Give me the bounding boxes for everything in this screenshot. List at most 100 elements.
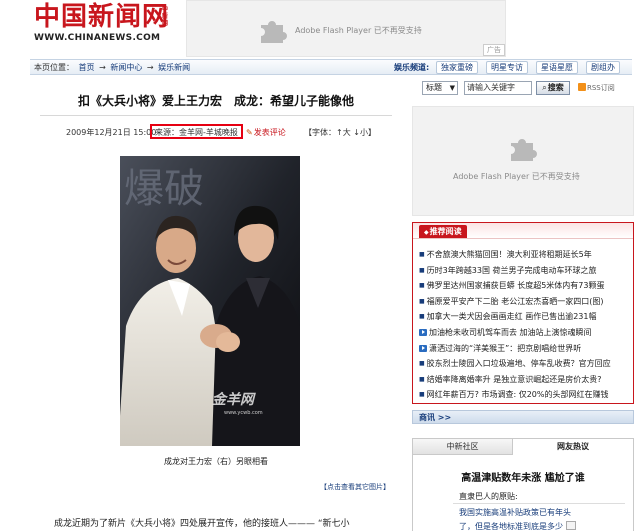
breadcrumb-arrow: →: [146, 63, 154, 72]
recommended-item-text: 加拿大一类犬因会画画走红 画作已售出逾231幅: [426, 312, 597, 322]
hot-topic-excerpt-line[interactable]: 我国实施高温补贴政策已有年头: [459, 507, 571, 518]
bullet-icon: ■: [419, 360, 425, 368]
recommended-item-text: 历时3年跨越33国 荷兰男子完成电动车环球之旅: [426, 265, 597, 275]
hot-topic-title[interactable]: 高温津贴数年未涨 尴尬了谁: [413, 469, 633, 484]
tab-community[interactable]: 中新社区: [413, 439, 513, 455]
recommended-tab-label: 推荐阅读: [429, 227, 462, 236]
recommended-item[interactable]: ■ 佛罗里达州国家捕获巨蟒 长度超5米体内有73颗蛋: [419, 278, 631, 294]
hot-topic-excerpt-text: 了，但是各地标准到底是多少: [459, 522, 563, 531]
recommended-item-text: 结婚率降离婚率升 是独立意识崛起还是房价太贵?: [426, 374, 602, 384]
plugin-puzzle-icon: [261, 21, 287, 43]
channel-label: 娱乐频道:: [394, 63, 430, 72]
flash-ad-banner: Adobe Flash Player 已不再受支持 广告: [186, 0, 506, 57]
search-button[interactable]: ⌕搜索: [536, 81, 570, 95]
channel-tab-interviews[interactable]: 明星专访: [486, 61, 528, 74]
more-photos-link[interactable]: 【点击查看其它图片】: [320, 482, 390, 492]
recommended-item[interactable]: ■ 胶东烈士陵园入口垃圾遍地、停车乱收费？官方回应: [419, 356, 631, 372]
breadcrumb-arrow: →: [99, 63, 106, 72]
photo-backdrop-text: 爆破: [124, 166, 204, 212]
recommended-item-text: 佛罗里达州国家捕获巨蟒 长度超5米体内有73颗蛋: [426, 281, 605, 291]
comment-link[interactable]: ✎发表评论: [246, 127, 286, 138]
recommended-item[interactable]: ■ 福原爱平安产下二胎 老公江宏杰喜晒一家四口(图): [419, 294, 631, 310]
pencil-icon: ✎: [246, 128, 253, 137]
channel-tab-crew[interactable]: 剧组办: [586, 61, 620, 74]
breadcrumb-prefix: 本页位置：: [34, 63, 74, 72]
photo-watermark: 金羊网: [212, 391, 256, 408]
search-bar: 标题 ▼ 请输入关键字 ⌕搜索 RSS订阅: [418, 80, 632, 98]
recommended-item[interactable]: ■ 不舍旅澳大熊猫回国！澳大利亚将租期延长5年: [419, 247, 631, 263]
recommended-item-text: 不舍旅澳大熊猫回国！澳大利亚将租期延长5年: [426, 250, 592, 259]
recommended-reading-box: ◆推荐阅读 ■ 不舍旅澳大熊猫回国！澳大利亚将租期延长5年 ■ 历时3年跨越33国 荷…: [412, 222, 634, 404]
social-box: 中新社区 网友热议 高温津贴数年未涨 尴尬了谁 直隶巴人的原贴: 我国实施高温补…: [412, 438, 634, 531]
breadcrumb-home[interactable]: 首页: [79, 63, 95, 72]
chevron-down-icon: ▼: [449, 84, 455, 92]
rss-label: RSS订阅: [587, 84, 615, 92]
tab-hot-discussion[interactable]: 网友热议: [513, 439, 633, 455]
photo-watermark-url: www.ycwb.com: [224, 410, 263, 416]
recommended-list: ■ 不舍旅澳大熊猫回国！澳大利亚将租期延长5年 ■ 历时3年跨越33国 荷兰男子完成电…: [419, 247, 631, 403]
divider: [453, 503, 625, 504]
bullet-icon: ■: [419, 375, 425, 383]
hot-topic-excerpt-line[interactable]: 了，但是各地标准到底是多少: [459, 521, 576, 531]
hot-topic-author: 直隶巴人的原贴:: [459, 492, 518, 501]
article-source[interactable]: 来源：金羊网-羊城晚报: [150, 124, 243, 139]
logo-chinese-text: 中国新闻网: [34, 2, 170, 32]
publish-date: 2009年12月21日 15:00: [66, 128, 157, 137]
bullet-icon: ■: [419, 391, 425, 399]
video-icon: [419, 328, 427, 336]
breadcrumb-news-center[interactable]: 新闻中心: [110, 63, 142, 72]
search-scope-select[interactable]: 标题 ▼: [422, 81, 458, 95]
bullet-icon: ■: [419, 297, 425, 305]
recommended-item[interactable]: ■ 结婚率降离婚率升 是独立意识崛起还是房价太贵?: [419, 372, 631, 388]
flash-ad-sidebar: Adobe Flash Player 已不再受支持: [412, 106, 634, 216]
bullet-icon: ◆: [424, 229, 429, 236]
recommended-item-text: 潇洒过海的“洋美猴王”：把京剧唱给世界听: [429, 343, 582, 353]
recommended-item-text: 加油枪未收司机驾车而去 加油站上演惊魂瞬间: [429, 327, 592, 337]
recommended-item-text: 网红年薪百万? 市场调查: 仅20%的头部网红在赚钱: [426, 390, 609, 400]
recommended-item[interactable]: 加油枪未收司机驾车而去 加油站上演惊魂瞬间: [419, 325, 631, 341]
title-divider: [40, 115, 392, 116]
rss-link[interactable]: RSS订阅: [578, 83, 615, 93]
search-icon: ⌕: [542, 83, 547, 92]
bullet-icon: ■: [419, 266, 425, 274]
plugin-puzzle-icon: [511, 139, 537, 161]
breadcrumb-entertainment[interactable]: 娱乐新闻: [158, 63, 190, 72]
commerce-label: 商讯 >>: [419, 413, 452, 422]
comment-link-label: 发表评论: [253, 128, 286, 137]
channel-tab-exclusive[interactable]: 独家重磅: [436, 61, 478, 74]
nav-bar: 本页位置： 首页 → 新闻中心 → 娱乐新闻 娱乐频道: 独家重磅 明星专访 星…: [30, 59, 632, 75]
recommended-item[interactable]: ■ 历时3年跨越33国 荷兰男子完成电动车环球之旅: [419, 263, 631, 279]
recommended-item[interactable]: 潇洒过海的“洋美猴王”：把京剧唱给世界听: [419, 341, 631, 357]
bullet-icon: ■: [419, 251, 425, 258]
channel-tab-wishes[interactable]: 星语星愿: [536, 61, 578, 74]
commerce-bar[interactable]: 商讯 >>: [412, 410, 634, 424]
article-photo[interactable]: 爆破 金羊网 www.ycwb.com: [120, 156, 300, 446]
search-input[interactable]: 请输入关键字: [464, 81, 532, 95]
video-icon: [419, 344, 427, 352]
breadcrumb: 本页位置： 首页 → 新闻中心 → 娱乐新闻: [34, 62, 192, 73]
site-logo[interactable]: 中国新闻网 中新网 WWW.CHINANEWS.COM: [34, 2, 170, 44]
article-title: 扣《大兵小将》爱上王力宏 成龙：希望儿子能像他: [77, 94, 354, 108]
recommended-item[interactable]: ■ 加拿大一类犬因会画画走红 画作已售出逾231幅: [419, 309, 631, 325]
photo-caption: 成龙对王力宏（右）另眼相看: [164, 457, 268, 466]
search-button-label: 搜索: [547, 83, 564, 92]
article-body-paragraph: 成龙近期为了新片《大兵小将》四处展开宣传，他的接班人——— “新七小: [54, 519, 350, 529]
rss-icon: [578, 83, 586, 91]
flash-unsupported-text: Adobe Flash Player 已不再受支持: [295, 26, 422, 35]
article: 扣《大兵小将》爱上王力宏 成龙：希望儿子能像他 2009年12月21日 15:0…: [32, 78, 400, 531]
photo-illustration: 爆破 金羊网 www.ycwb.com: [120, 156, 300, 446]
logo-side-text: 中新网: [162, 6, 169, 27]
bullet-icon: ■: [419, 313, 425, 321]
bullet-icon: ■: [419, 282, 425, 290]
search-scope-value: 标题: [426, 83, 442, 92]
recommended-tab: ◆推荐阅读: [419, 225, 467, 238]
recommended-header: ◆推荐阅读: [413, 223, 633, 239]
flash-unsupported-text: Adobe Flash Player 已不再受支持: [453, 172, 580, 181]
recommended-item[interactable]: ■ 网红年薪百万? 市场调查: 仅20%的头部网红在赚钱: [419, 387, 631, 403]
recommended-item-text: 胶东烈士陵园入口垃圾遍地、停车乱收费？官方回应: [426, 359, 611, 369]
logo-url: WWW.CHINANEWS.COM: [34, 33, 161, 43]
article-meta: 2009年12月21日 15:00 来源：金羊网-羊城晚报 ✎发表评论 【字体：…: [32, 124, 400, 140]
ad-label: 广告: [483, 44, 505, 56]
font-size-control[interactable]: 【字体：↑大 ↓小】: [304, 127, 376, 138]
vote-icon[interactable]: [566, 521, 576, 530]
